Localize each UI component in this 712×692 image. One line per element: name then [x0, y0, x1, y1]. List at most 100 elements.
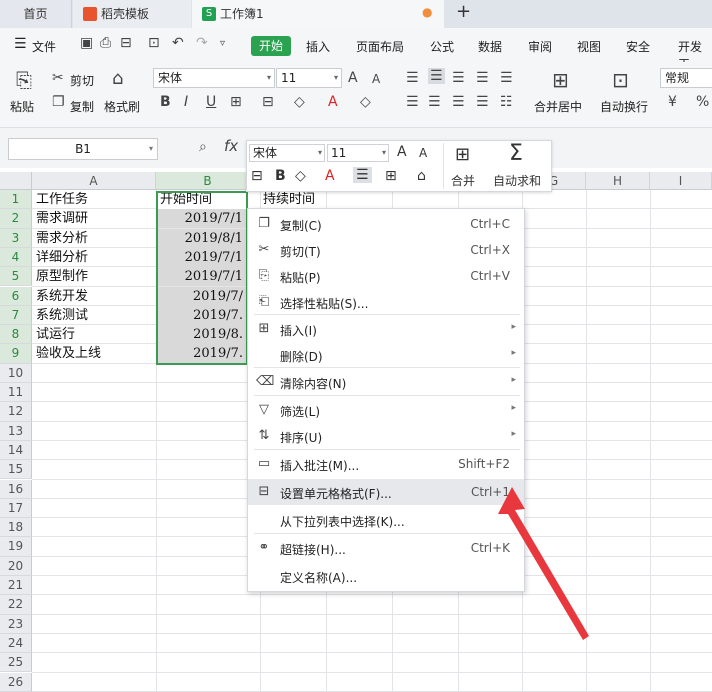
new-tab-icon[interactable]: + — [456, 1, 471, 22]
context-menu-item-delete[interactable]: 删除(D) ▸ — [248, 342, 524, 368]
mini-bold-button[interactable]: B — [275, 168, 286, 184]
mini-font-shrink-icon[interactable]: A — [419, 146, 427, 160]
quick-access-dropdown-icon[interactable]: ▿ — [220, 38, 225, 49]
menu-security[interactable]: 安全 — [626, 38, 650, 55]
tab-home[interactable]: 首页 — [0, 0, 72, 28]
cell-a[interactable]: 验收及上线 — [36, 344, 154, 363]
mini-font-color-icon[interactable]: A — [325, 168, 335, 184]
tab-template[interactable]: 稻壳模板 — [73, 0, 191, 28]
column-header-h[interactable]: H — [586, 172, 650, 190]
context-menu-item-insert-comment[interactable]: ▭ 插入批注(M)... Shift+F2 — [248, 451, 524, 477]
font-grow-icon[interactable]: A — [348, 70, 358, 86]
cut-button[interactable]: 剪切 — [70, 72, 94, 89]
row-header[interactable]: 4 — [0, 247, 32, 268]
context-menu-item-sort[interactable]: ⇅ 排序(U) ▸ — [248, 423, 524, 449]
column-header-b[interactable]: B — [156, 172, 260, 190]
context-menu-item-clear-contents[interactable]: ⌫ 清除内容(N) ▸ — [248, 369, 524, 395]
hamburger-icon[interactable]: ☰ — [14, 36, 27, 52]
indent-increase-icon[interactable]: ☰ — [500, 70, 513, 86]
paste-icon[interactable]: ⎘ — [16, 68, 32, 92]
mini-font-grow-icon[interactable]: A — [397, 144, 407, 160]
fx-button[interactable]: fx — [224, 137, 238, 155]
undo-icon[interactable]: ↶ — [172, 35, 184, 51]
row-header[interactable]: 25 — [0, 653, 32, 673]
cell-a[interactable]: 需求调研 — [36, 209, 154, 228]
mini-cell-style-icon[interactable]: ⊟ — [251, 168, 263, 184]
currency-icon[interactable]: ¥ — [668, 94, 677, 110]
distribute-icon[interactable]: ☷ — [500, 94, 513, 110]
fill-pattern-icon[interactable]: ⊟ — [262, 94, 274, 110]
column-header-a[interactable]: A — [32, 172, 156, 190]
row-header[interactable]: 12 — [0, 402, 32, 422]
context-menu-item-pick-from-list[interactable]: 从下拉列表中选择(K)... — [248, 507, 524, 533]
align-top-icon[interactable]: ☰ — [406, 70, 419, 86]
align-middle-icon[interactable]: ☰ — [428, 68, 445, 84]
redo-icon[interactable]: ↷ — [196, 35, 208, 51]
row-header[interactable]: 18 — [0, 518, 32, 538]
row-header[interactable]: 2 — [0, 209, 32, 229]
wrap-text-button[interactable]: 自动换行 — [600, 98, 648, 115]
row-header[interactable]: 7 — [0, 305, 32, 326]
column-header-i[interactable]: I — [650, 172, 712, 190]
cell-a[interactable]: 系统测试 — [36, 306, 154, 325]
mini-font-size-select[interactable]: 11 ▾ — [327, 144, 389, 162]
align-left-icon[interactable]: ☰ — [406, 94, 419, 110]
cell-a[interactable]: 工作任务 — [36, 190, 154, 209]
mini-merge-button[interactable]: 合并 — [451, 172, 475, 189]
context-menu-item-format-cells[interactable]: ⊟ 设置单元格格式(F)... Ctrl+1 — [248, 479, 524, 505]
row-header[interactable]: 24 — [0, 633, 32, 654]
bold-button[interactable]: B — [160, 94, 171, 110]
row-header[interactable]: 15 — [0, 460, 32, 480]
row-header[interactable]: 6 — [0, 286, 32, 306]
format-painter-button[interactable]: 格式刷 — [104, 98, 140, 115]
row-header[interactable]: 17 — [0, 498, 32, 519]
menu-start[interactable]: 开始 — [251, 36, 291, 56]
cell-a[interactable]: 系统开发 — [36, 287, 154, 306]
tab-workbook[interactable]: S 工作簿1 — [192, 0, 444, 28]
mini-autosum-button[interactable]: 自动求和 — [493, 172, 541, 189]
row-header[interactable]: 1 — [0, 190, 32, 210]
export-icon[interactable]: ⎙ — [100, 35, 111, 51]
context-menu-item-hyperlink[interactable]: ⚭ 超链接(H)... Ctrl+K — [248, 535, 524, 561]
print-icon[interactable]: ⊟ — [120, 35, 132, 51]
font-shrink-icon[interactable]: A — [372, 72, 380, 86]
zoom-search-icon[interactable]: ⌕ — [199, 139, 207, 155]
mini-fill-color-icon[interactable]: ◇ — [295, 168, 306, 184]
select-all-corner[interactable] — [0, 172, 32, 190]
mini-format-painter-icon[interactable]: ⌂ — [417, 168, 426, 184]
menu-file[interactable]: 文件 — [32, 38, 56, 55]
menu-insert[interactable]: 插入 — [306, 38, 330, 55]
align-bottom-icon[interactable]: ☰ — [452, 70, 465, 86]
menu-view[interactable]: 视图 — [577, 38, 601, 55]
cell-a[interactable]: 需求分析 — [36, 229, 154, 248]
context-menu-item-paste-special[interactable]: ⎗ 选择性粘贴(S)... — [248, 289, 524, 315]
mini-border-icon[interactable]: ⊞ — [385, 168, 397, 184]
underline-button[interactable]: U — [206, 94, 216, 110]
row-header[interactable]: 20 — [0, 556, 32, 576]
row-header[interactable]: 10 — [0, 363, 32, 383]
row-header[interactable]: 16 — [0, 479, 32, 499]
align-center-icon[interactable]: ☰ — [428, 94, 441, 110]
context-menu-item-paste[interactable]: ⎘ 粘贴(P) Ctrl+V — [248, 263, 524, 289]
indent-decrease-icon[interactable]: ☰ — [476, 70, 489, 86]
context-menu-item-insert[interactable]: ⊞ 插入(I) ▸ — [248, 316, 524, 342]
preview-icon[interactable]: ⊡ — [148, 35, 160, 51]
fill-color-icon[interactable]: ◇ — [294, 94, 305, 110]
italic-button[interactable]: I — [184, 94, 188, 110]
save-icon[interactable]: ▣ — [80, 35, 93, 51]
context-menu-item-cut[interactable]: ✂ 剪切(T) Ctrl+X — [248, 237, 524, 263]
menu-data[interactable]: 数据 — [478, 38, 502, 55]
row-header[interactable]: 23 — [0, 614, 32, 634]
context-menu-item-copy[interactable]: ❐ 复制(C) Ctrl+C — [248, 211, 524, 237]
menu-formula[interactable]: 公式 — [430, 38, 454, 55]
context-menu-item-filter[interactable]: ▽ 筛选(L) ▸ — [248, 397, 524, 423]
font-color-icon[interactable]: A — [328, 94, 338, 110]
row-header[interactable]: 5 — [0, 267, 32, 287]
row-header[interactable]: 21 — [0, 576, 32, 596]
row-header[interactable]: 8 — [0, 325, 32, 345]
merge-center-button[interactable]: 合并居中 — [534, 98, 582, 115]
paste-button[interactable]: 粘贴 — [10, 98, 34, 115]
cell-c1[interactable]: 持续时间 — [263, 190, 325, 209]
menu-review[interactable]: 审阅 — [528, 38, 552, 55]
row-header[interactable]: 13 — [0, 421, 32, 441]
